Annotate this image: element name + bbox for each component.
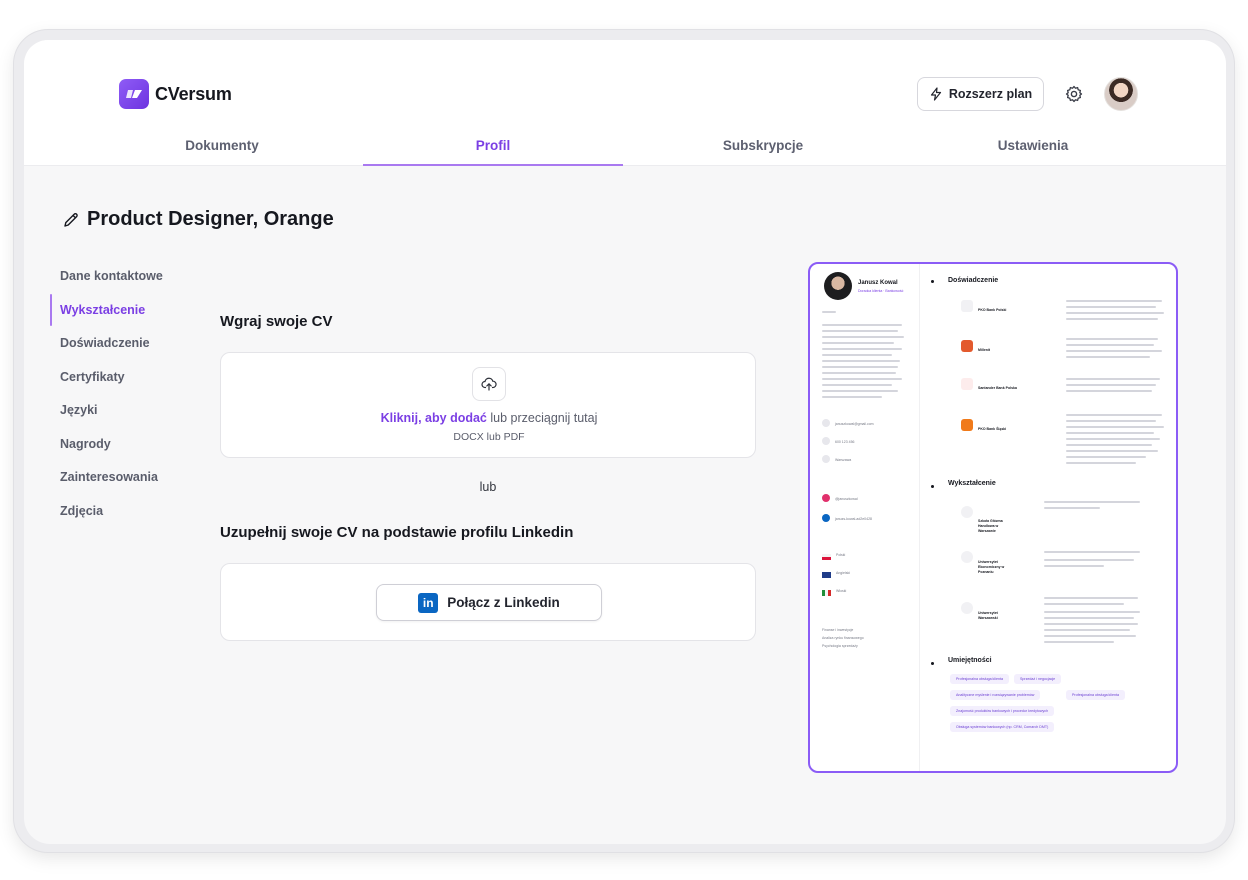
or-separator: lub	[479, 480, 497, 494]
cv-sidebar: Janusz Kowal Doradca klienta · Bankowość…	[810, 264, 920, 771]
top-header: CVersum Rozszerz plan Dokumenty Profil S…	[24, 40, 1226, 166]
nav-zdjecia[interactable]: Zdjęcia	[50, 497, 210, 531]
linkedin-icon: in	[418, 592, 439, 613]
pencil-icon[interactable]	[62, 211, 80, 229]
app-logo[interactable]: CVersum	[119, 79, 232, 109]
upload-file-types: DOCX lub PDF	[453, 431, 525, 443]
tab-subskrypcje[interactable]: Subskrypcje	[634, 132, 892, 166]
cv-skills-heading: Umiejętności	[948, 657, 992, 664]
cv-main: Doświadczenie PKO Bank Polski Millenit S…	[924, 264, 1174, 771]
upload-drag-text: lub przeciągnij tutaj	[486, 411, 598, 425]
flag-poland-icon	[822, 554, 831, 560]
nav-jezyki[interactable]: Języki	[50, 396, 210, 430]
sgh-logo-icon	[961, 506, 973, 518]
cv-skill-chip: Znajomość produktów bankowych i procedur…	[950, 706, 1055, 716]
cv-skill-chip: Sprzedaż i negocjacje	[1014, 674, 1062, 684]
uw-logo-icon	[961, 602, 973, 614]
upload-instructions: Kliknij, aby dodać lub przeciągnij tutaj	[221, 411, 757, 425]
nav-nagrody[interactable]: Nagrody	[50, 430, 210, 464]
logo-icon	[119, 79, 149, 109]
flag-italy-icon	[822, 590, 831, 596]
tab-dokumenty[interactable]: Dokumenty	[93, 132, 351, 166]
ue-poznan-logo-icon	[961, 551, 973, 563]
pko-logo-icon	[961, 300, 973, 312]
tab-profil[interactable]: Profil	[363, 132, 623, 166]
connect-linkedin-button[interactable]: in Połącz z Linkedin	[376, 584, 602, 621]
cv-upload-dropzone[interactable]: Kliknij, aby dodać lub przeciągnij tutaj…	[220, 352, 756, 458]
cv-email: januszkowal@gmail.com	[835, 422, 874, 426]
app-window: CVersum Rozszerz plan Dokumenty Profil S…	[24, 40, 1226, 844]
nav-zainteresowania[interactable]: Zainteresowania	[50, 463, 210, 497]
cv-experience-heading: Doświadczenie	[948, 277, 999, 284]
santander-logo-icon	[961, 378, 973, 390]
cv-email-icon	[822, 419, 830, 427]
main-tabs: Dokumenty Profil Subskrypcje Ustawienia	[24, 132, 1226, 166]
millenit-logo-icon	[961, 340, 973, 352]
cv-location-icon	[822, 455, 830, 463]
cv-name: Janusz Kowal	[858, 280, 898, 286]
cv-company-1: PKO Bank Polski	[978, 308, 1007, 312]
cv-school-3: Uniwersytet Warszawski	[978, 611, 998, 620]
upgrade-plan-label: Rozszerz plan	[948, 87, 1033, 101]
cv-company-2: Millenit	[978, 348, 991, 352]
section-nav: Dane kontaktowe Wykształcenie Doświadcze…	[50, 262, 210, 530]
connect-linkedin-label: Połącz z Linkedin	[447, 595, 560, 610]
cv-city: Warszawa	[835, 458, 852, 462]
nav-wyksztalcenie[interactable]: Wykształcenie	[50, 293, 210, 330]
upgrade-plan-button[interactable]: Rozszerz plan	[917, 77, 1044, 111]
flag-uk-icon	[822, 572, 831, 578]
cv-language-3: Włoski	[836, 589, 847, 593]
app-name: CVersum	[155, 83, 232, 104]
cv-interest-2: Analiza rynku finansowego	[822, 636, 864, 640]
cv-phone: 600 123 456	[835, 440, 855, 444]
cv-preview[interactable]: Janusz Kowal Doradca klienta · Bankowość…	[808, 262, 1178, 773]
cv-education-heading: Wykształcenie	[948, 480, 996, 487]
cv-company-3: Santander Bank Polska	[978, 386, 1017, 390]
cv-linkedin: januzs-kowal-ad2e0428	[835, 517, 872, 521]
cv-language-2: Angielski	[836, 571, 851, 575]
nav-certyfikaty[interactable]: Certyfikaty	[50, 363, 210, 397]
upload-section-title: Wgraj swoje CV	[220, 313, 333, 330]
cv-instagram-icon	[822, 494, 830, 502]
bank-slaski-logo-icon	[961, 419, 973, 431]
nav-dane-kontaktowe[interactable]: Dane kontaktowe	[50, 262, 210, 296]
gear-icon[interactable]	[1064, 84, 1084, 104]
upload-click-link[interactable]: Kliknij, aby dodać	[381, 411, 487, 425]
page-title-text: Product Designer, Orange	[87, 208, 334, 230]
cv-phone-icon	[822, 437, 830, 445]
cv-skill-chip: Profesjonalna obsługa klienta	[950, 674, 1009, 684]
cv-photo	[824, 272, 852, 300]
cv-school-2: Uniwersytet Ekonomiczny w Poznaniu	[978, 560, 1005, 574]
cv-instagram: @januszkowal	[835, 497, 858, 501]
tab-ustawienia[interactable]: Ustawienia	[904, 132, 1162, 166]
user-avatar[interactable]	[1104, 77, 1138, 111]
cv-linkedin-icon	[822, 514, 830, 522]
nav-doswiadczenie[interactable]: Doświadczenie	[50, 329, 210, 363]
page-title[interactable]: Product Designer, Orange	[62, 208, 334, 231]
cv-skill-chip: Analityczne myślenie i rozwiązywanie pro…	[950, 690, 1041, 700]
cv-company-4: PKO Bank Śląski	[978, 427, 1007, 431]
cv-skill-chip: Profesjonalna obsługa klienta	[1066, 690, 1125, 700]
lightning-icon	[930, 87, 941, 101]
upload-icon[interactable]	[472, 367, 506, 401]
cv-interest-1: Finanse i inwestycje	[822, 628, 854, 632]
linkedin-section-title: Uzupełnij swoje CV na podstawie profilu …	[220, 524, 574, 541]
cv-interest-3: Psychologia sprzedaży	[822, 644, 858, 648]
cv-school-1: Szkoła Główna Handlowa w Warszawie	[978, 519, 1003, 533]
linkedin-card: in Połącz z Linkedin	[220, 563, 756, 641]
cv-role: Doradca klienta · Bankowość	[858, 289, 904, 293]
cv-language-1: Polski	[836, 553, 846, 557]
cv-skill-chip: Obsługa systemów bankowych (np. CRM, Com…	[950, 722, 1055, 732]
